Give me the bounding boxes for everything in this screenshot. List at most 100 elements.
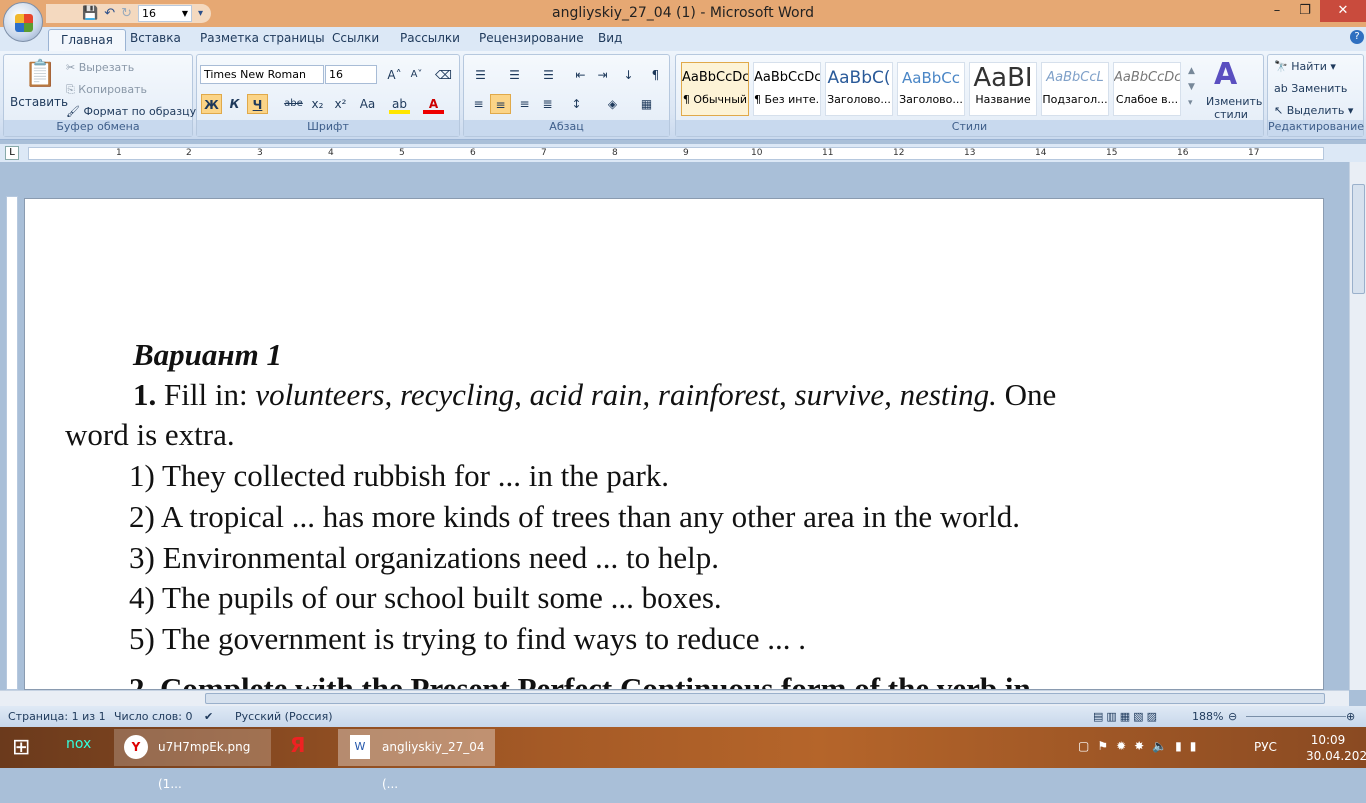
font-size-select[interactable]: 16 [325, 65, 377, 84]
vertical-scrollbar[interactable] [1349, 162, 1366, 690]
zoom-out-button[interactable]: ⊖ [1228, 710, 1237, 723]
view-buttons[interactable]: ▤▥▦▧▨ [1093, 710, 1160, 723]
style-subtle-emphasis[interactable]: AaBbCcDc Слабое в... [1113, 62, 1181, 116]
underline-button[interactable]: Ч [247, 94, 268, 114]
restore-button[interactable]: ❐ [1290, 0, 1320, 22]
horizontal-ruler[interactable]: 1 2 3 4 5 6 7 8 9 10 11 12 13 14 15 16 1… [28, 147, 1324, 160]
replace-button[interactable]: ab Заменить [1274, 82, 1347, 95]
style-sample: AaBbCcDc [1114, 70, 1180, 85]
justify-icon[interactable]: ≣ [537, 94, 558, 114]
subscript-button[interactable]: x₂ [307, 94, 328, 114]
quick-access-toolbar: 💾 ↶ ↻ 16 ▼ ▾ [46, 4, 212, 23]
zoom-slider[interactable] [1246, 716, 1346, 717]
taskbar-item-yandex-image[interactable]: Yu7H7mpEk.png (1... [114, 729, 271, 791]
redo-icon[interactable]: ↻ [121, 6, 132, 21]
font-size-quick-input[interactable]: 16 ▼ [138, 5, 192, 22]
bold-button[interactable]: Ж [201, 94, 222, 114]
ruler-tick: 13 [964, 148, 976, 158]
style-sample: AaBbCcDc [754, 70, 820, 85]
font-color-icon[interactable]: A [423, 94, 444, 114]
tab-selector-button[interactable]: L [5, 146, 19, 160]
task-number: 1. [133, 377, 157, 412]
line-spacing-icon[interactable]: ↕ [566, 94, 587, 114]
style-normal[interactable]: AaBbCcDc ¶ Обычный [681, 62, 749, 116]
proofing-icon[interactable]: ✔ [204, 710, 213, 723]
cut-button[interactable]: ✂ Вырезать [66, 61, 134, 74]
format-painter-button[interactable]: 🖌 Формат по образцу [66, 105, 196, 118]
taskbar-item-word[interactable]: Wangliyskiy_27_04 (... [338, 729, 495, 791]
tab-mailings[interactable]: Рассылки [400, 31, 460, 45]
vertical-ruler[interactable] [6, 196, 18, 690]
customize-qat-icon[interactable]: ▾ [198, 8, 203, 19]
paste-button[interactable]: Вставить [10, 95, 68, 109]
document-page[interactable]: Вариант 1 1. Fill in: volunteers, recycl… [24, 198, 1324, 690]
increase-indent-icon[interactable]: ⇥ [592, 65, 613, 85]
clear-format-button[interactable]: ⌫ [433, 65, 454, 85]
style-subtitle[interactable]: AaBbCcL Подзагол... [1041, 62, 1109, 116]
vertical-scroll-thumb[interactable] [1352, 184, 1365, 294]
start-windows-icon[interactable]: ⊞ [12, 735, 30, 760]
page-count[interactable]: Страница: 1 из 1 [8, 710, 106, 723]
multilevel-list-icon[interactable]: ☰ [538, 65, 559, 85]
horizontal-scroll-thumb[interactable] [205, 693, 1325, 704]
strikethrough-button[interactable]: abe [283, 94, 304, 114]
copy-button[interactable]: ⎘ Копировать [66, 83, 147, 97]
change-case-button[interactable]: Aa [357, 94, 378, 114]
style-sample: AaBI [973, 63, 1033, 93]
style-name: Слабое в... [1115, 93, 1179, 106]
save-icon[interactable]: 💾 [82, 6, 98, 21]
align-left-icon[interactable]: ≡ [468, 94, 489, 114]
select-button[interactable]: ↖ Выделить ▾ [1274, 104, 1353, 117]
ruler-tick: 7 [541, 148, 547, 158]
office-button[interactable] [3, 2, 43, 42]
yandex-icon[interactable]: Я [290, 733, 305, 757]
italic-button[interactable]: К [224, 94, 245, 114]
styles-scroll-icon[interactable]: ▲ ▼ ▾ [1188, 63, 1195, 111]
borders-icon[interactable]: ▦ [636, 94, 657, 114]
superscript-button[interactable]: x² [330, 94, 351, 114]
style-heading-2[interactable]: AaBbCc Заголово... [897, 62, 965, 116]
tab-page-layout[interactable]: Разметка страницы [200, 31, 325, 45]
tab-review[interactable]: Рецензирование [479, 31, 584, 45]
minimize-button[interactable]: – [1262, 0, 1292, 22]
horizontal-scrollbar[interactable] [0, 690, 1349, 706]
highlight-icon[interactable]: ab [389, 94, 410, 114]
show-marks-icon[interactable]: ¶ [645, 65, 666, 85]
tab-references[interactable]: Ссылки [332, 31, 379, 45]
undo-icon[interactable]: ↶ [104, 6, 115, 21]
numbering-icon[interactable]: ☰ [504, 65, 525, 85]
status-bar: Страница: 1 из 1 Число слов: 0 ✔ Русский… [0, 706, 1366, 727]
style-sample: AaBbCcL [1046, 70, 1104, 85]
task2-line: 2. Complete with the Present Perfect Con… [129, 671, 1031, 690]
language-indicator[interactable]: Русский (Россия) [235, 710, 333, 723]
tab-home[interactable]: Главная [48, 29, 126, 51]
change-styles-button[interactable]: Изменить стили [1206, 95, 1262, 121]
exercise-item: 3) Environmental organizations need ... … [129, 540, 719, 575]
align-right-icon[interactable]: ≡ [514, 94, 535, 114]
close-button[interactable]: ✕ [1320, 0, 1366, 22]
variant-heading: Вариант 1 [133, 337, 282, 372]
decrease-indent-icon[interactable]: ⇤ [570, 65, 591, 85]
grow-font-button[interactable]: A˄ [384, 65, 405, 85]
zoom-level[interactable]: 188% [1192, 710, 1223, 723]
zoom-in-button[interactable]: ⊕ [1346, 710, 1355, 723]
clock[interactable]: 10:09 30.04.2020 [1306, 732, 1366, 764]
bullets-icon[interactable]: ☰ [470, 65, 491, 85]
tab-view[interactable]: Вид [598, 31, 622, 45]
style-title[interactable]: AaBI Название [969, 62, 1037, 116]
find-label: Найти [1291, 60, 1327, 73]
input-language[interactable]: РУС [1254, 740, 1277, 754]
font-name-select[interactable]: Times New Roman [200, 65, 324, 84]
style-no-spacing[interactable]: AaBbCcDc ¶ Без инте... [753, 62, 821, 116]
find-button[interactable]: 🔭 Найти ▾ [1274, 60, 1336, 73]
shading-icon[interactable]: ◈ [602, 94, 623, 114]
help-icon[interactable]: ? [1350, 30, 1364, 44]
nox-app-icon[interactable]: nox [66, 736, 91, 752]
align-center-icon[interactable]: ≡ [490, 94, 511, 114]
tray-icons[interactable]: ▢⚑✹✸🔈▮▮ [1078, 739, 1204, 753]
tab-insert[interactable]: Вставка [130, 31, 181, 45]
sort-icon[interactable]: ↓ [618, 65, 639, 85]
shrink-font-button[interactable]: A˅ [406, 65, 427, 85]
word-count[interactable]: Число слов: 0 [114, 710, 193, 723]
style-heading-1[interactable]: AaBbC(Заголово... [825, 62, 893, 116]
